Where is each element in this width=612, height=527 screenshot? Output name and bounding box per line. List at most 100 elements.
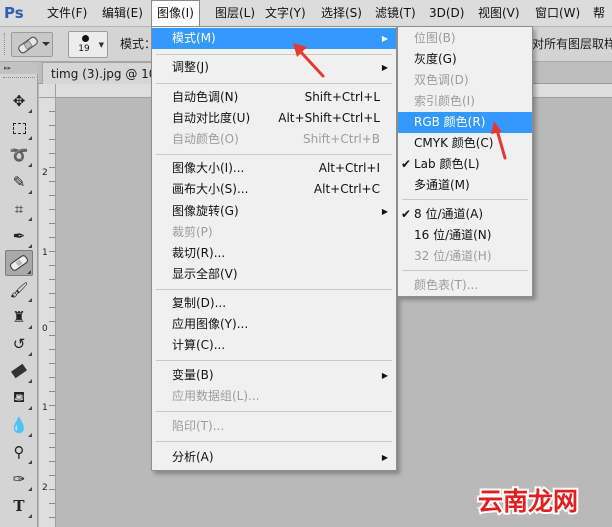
dodge-icon: ⚲ xyxy=(13,443,25,461)
history-brush-tool[interactable]: ↺ xyxy=(5,331,33,357)
menu-window[interactable]: 窗口(W) xyxy=(530,0,585,27)
image-menu-dropdown: 模式(M) ▶ 调整(J) ▶ 自动色调(N) Shift+Ctrl+L 自动对比度(… xyxy=(151,26,397,471)
quick-selection-tool[interactable]: ✎ xyxy=(5,169,33,195)
mode-item-grayscale[interactable]: 灰度(G) xyxy=(398,49,532,70)
submenu-arrow-icon: ▶ xyxy=(381,34,388,43)
healing-brush-tool[interactable] xyxy=(5,250,33,276)
submenu-arrow-icon: ▶ xyxy=(381,371,388,380)
menu-item-image-size[interactable]: 图像大小(I)... Alt+Ctrl+I xyxy=(152,158,396,179)
ruler-label: 0 xyxy=(42,324,48,334)
ruler-origin[interactable] xyxy=(39,84,56,98)
marquee-tool[interactable] xyxy=(5,115,33,141)
menu-type[interactable]: 文字(Y) xyxy=(260,0,311,27)
menu-separator xyxy=(402,199,528,200)
paint-bucket-icon: ⛾ xyxy=(12,388,26,406)
eyedropper-icon: ✒ xyxy=(12,227,26,245)
pen-tool[interactable]: ✑ xyxy=(5,466,33,492)
mode-item-8-bit[interactable]: ✔ 8 位/通道(A) xyxy=(398,204,532,225)
eyedropper-tool[interactable]: ✒ xyxy=(5,223,33,249)
options-grip xyxy=(4,33,7,55)
menu-separator xyxy=(156,54,392,55)
brush-tool[interactable]: 🖌 xyxy=(5,277,33,303)
ruler-label: 2 xyxy=(42,483,48,493)
tool-preset-picker[interactable] xyxy=(11,32,53,57)
menu-item-calculations[interactable]: 计算(C)... xyxy=(152,335,396,356)
submenu-arrow-icon: ▶ xyxy=(381,453,388,462)
menu-item-duplicate[interactable]: 复制(D)... xyxy=(152,293,396,314)
menu-item-mode[interactable]: 模式(M) ▶ xyxy=(152,28,396,49)
mode-item-indexed-color: 索引颜色(I) xyxy=(414,94,475,108)
move-tool[interactable]: ✥ xyxy=(5,88,33,114)
lasso-icon: ➰ xyxy=(9,146,29,164)
menu-file[interactable]: 文件(F) xyxy=(42,0,92,27)
eraser-tool[interactable] xyxy=(5,358,33,384)
mode-item-16-bit[interactable]: 16 位/通道(N) xyxy=(398,225,532,246)
checkmark-icon: ✔ xyxy=(401,207,412,221)
healing-brush-icon xyxy=(18,36,50,54)
menu-separator xyxy=(156,154,392,155)
dodge-tool[interactable]: ⚲ xyxy=(5,439,33,465)
menu-item-auto-tone[interactable]: 自动色调(N) Shift+Ctrl+L xyxy=(152,87,396,108)
crop-icon: ⌗ xyxy=(14,200,24,218)
menu-item-auto-contrast[interactable]: 自动对比度(U) Alt+Shift+Ctrl+L xyxy=(152,108,396,129)
menu-view[interactable]: 视图(V) xyxy=(473,0,525,27)
type-tool[interactable]: T xyxy=(5,493,33,519)
checkmark-icon: ✔ xyxy=(401,157,412,171)
chevron-down-icon: ▼ xyxy=(98,41,104,49)
menu-item-canvas-size[interactable]: 画布大小(S)... Alt+Ctrl+C xyxy=(152,179,396,200)
mode-item-multichannel[interactable]: 多通道(M) xyxy=(398,175,532,196)
menu-item-adjust[interactable]: 调整(J) ▶ xyxy=(152,57,396,78)
menu-item-variables[interactable]: 变量(B) ▶ xyxy=(152,365,396,386)
photoshop-logo: Ps xyxy=(4,4,24,22)
menu-layer[interactable]: 图层(L) xyxy=(210,0,260,27)
eraser-icon xyxy=(10,363,28,379)
menu-edit[interactable]: 编辑(E) xyxy=(97,0,148,27)
shortcut: Alt+Shift+Ctrl+L xyxy=(278,111,380,125)
menu-separator xyxy=(156,441,392,442)
menu-bar: Ps 文件(F) 编辑(E) 图像(I) 图层(L) 文字(Y) 选择(S) 滤… xyxy=(0,0,612,28)
menu-help[interactable]: 帮 xyxy=(588,0,610,27)
clone-stamp-tool[interactable]: ♜ xyxy=(5,304,33,330)
menu-item-analysis[interactable]: 分析(A) ▶ xyxy=(152,447,396,468)
paint-bucket-tool[interactable]: ⛾ xyxy=(5,385,33,411)
brush-preset-picker[interactable]: 19 ▼ xyxy=(68,31,108,58)
stamp-icon: ♜ xyxy=(12,308,26,326)
document-tab[interactable]: timg (3).jpg @ 100 xyxy=(42,62,152,84)
toolbox-grip[interactable] xyxy=(3,77,35,80)
menu-item-trap: 陷印(T)... xyxy=(172,419,225,433)
mode-item-32-bit: 32 位/通道(H) xyxy=(414,249,492,263)
menu-item-trim[interactable]: 裁切(R)... xyxy=(152,243,396,264)
menu-separator xyxy=(156,360,392,361)
pen-icon: ✑ xyxy=(12,470,26,488)
annotation-arrow-rgb xyxy=(491,121,507,160)
shortcut: Alt+Ctrl+C xyxy=(313,182,380,196)
watermark-logo: 云南龙网 云南龙网 xyxy=(476,485,580,518)
droplet-icon: 💧 xyxy=(9,416,29,434)
annotation-arrow-mode xyxy=(293,43,325,78)
menu-item-reveal-all[interactable]: 显示全部(V) xyxy=(152,264,396,285)
toolbox-collapse-icon[interactable]: ▸▸ xyxy=(0,62,38,74)
menu-item-apply-image[interactable]: 应用图像(Y)... xyxy=(152,314,396,335)
menu-3d[interactable]: 3D(D) xyxy=(424,0,469,27)
menu-separator xyxy=(156,289,392,290)
menu-item-crop: 裁剪(P) xyxy=(172,225,213,239)
vertical-ruler[interactable]: 2 1 0 1 2 xyxy=(39,98,56,527)
brush-size-value: 19 xyxy=(78,44,90,54)
menu-item-apply-data-set: 应用数据组(L)... xyxy=(172,389,260,403)
menu-filter[interactable]: 滤镜(T) xyxy=(370,0,421,27)
watermark-text: 云南龙网 xyxy=(478,487,578,516)
menu-item-auto-color: 自动颜色(O) Shift+Ctrl+B xyxy=(152,129,396,150)
menu-select[interactable]: 选择(S) xyxy=(316,0,367,27)
blur-tool[interactable]: 💧 xyxy=(5,412,33,438)
lasso-tool[interactable]: ➰ xyxy=(5,142,33,168)
menu-separator xyxy=(402,270,528,271)
menu-item-image-rotation[interactable]: 图像旋转(G) ▶ xyxy=(152,201,396,222)
submenu-arrow-icon: ▶ xyxy=(381,63,388,72)
brush-icon: 🖌 xyxy=(9,281,29,299)
mode-item-color-table: 颜色表(T)... xyxy=(414,278,479,292)
history-brush-icon: ↺ xyxy=(12,335,26,353)
mode-item-bitmap: 位图(B) xyxy=(414,31,456,45)
menu-image[interactable]: 图像(I) xyxy=(151,0,200,28)
crop-tool[interactable]: ⌗ xyxy=(5,196,33,222)
mode-item-duotone: 双色调(D) xyxy=(414,73,469,87)
